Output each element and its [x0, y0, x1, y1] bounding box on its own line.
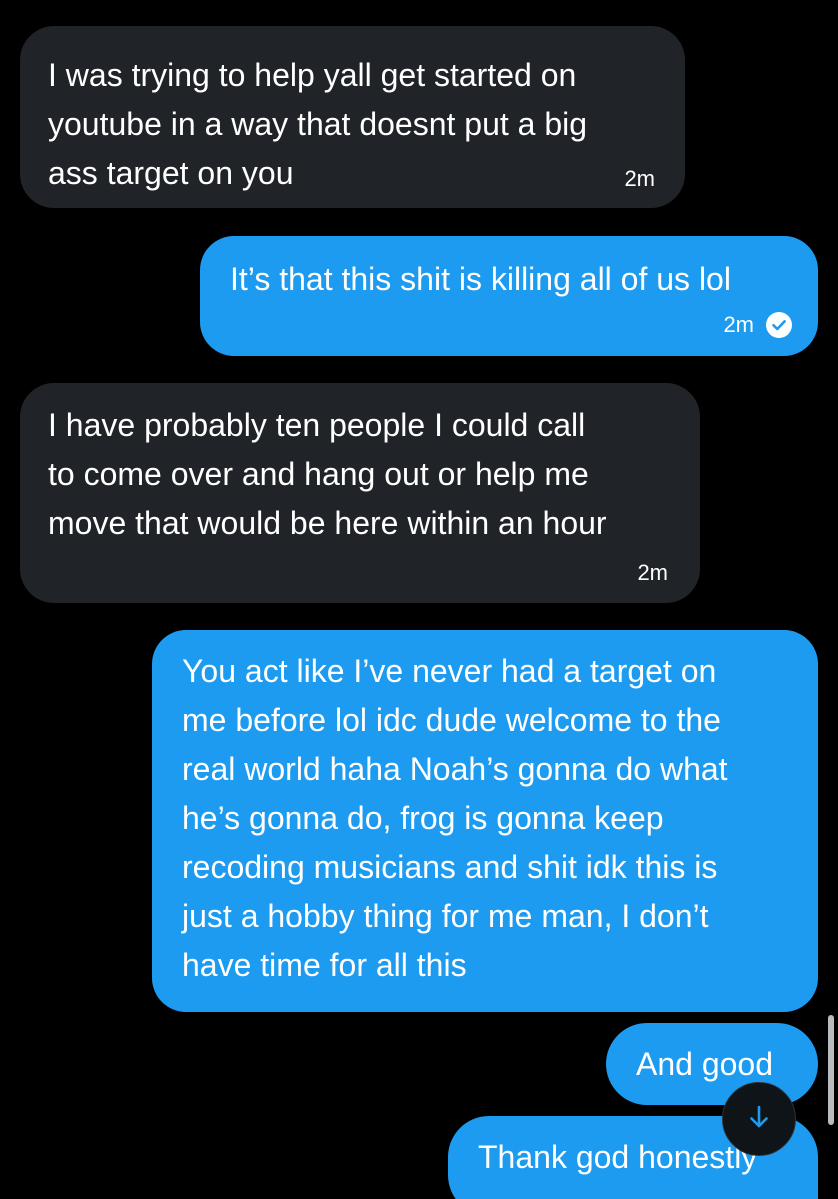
message-bubble-incoming[interactable]: I was trying to help yall get started on…: [20, 26, 685, 208]
message-bubble-outgoing[interactable]: And good: [606, 1023, 818, 1105]
message-meta: 2m: [723, 312, 792, 338]
arrow-down-icon: [745, 1103, 773, 1136]
message-line: You act like I’ve never had a target on: [182, 653, 717, 689]
message-bubble-outgoing[interactable]: You act like I’ve never had a target on …: [152, 630, 818, 1012]
message-timestamp: 2m: [637, 560, 668, 585]
message-line: I have probably ten people I could call: [48, 407, 586, 443]
message-line: I was trying to help yall get started on: [48, 57, 577, 93]
message-line: to come over and hang out or help me: [48, 456, 589, 492]
message-line: me before lol idc dude welcome to the: [182, 702, 721, 738]
message-line: have time for all this: [182, 947, 467, 983]
scrollbar[interactable]: [828, 1015, 834, 1125]
message-line: recoding musicians and shit idk this is: [182, 849, 718, 885]
message-timestamp: 2m: [723, 312, 754, 337]
message-text: I was trying to help yall get started on…: [48, 51, 657, 198]
message-line: It’s that this shit is killing all of us…: [230, 261, 731, 297]
dm-conversation: I was trying to help yall get started on…: [0, 0, 838, 1199]
message-line: he’s gonna do, frog is gonna keep: [182, 800, 664, 836]
message-timestamp: 2m: [624, 166, 655, 191]
scroll-down-button[interactable]: [722, 1082, 796, 1156]
message-line: ass target on you: [48, 155, 294, 191]
message-bubble-incoming[interactable]: I have probably ten people I could call …: [20, 383, 700, 603]
message-bubble-outgoing[interactable]: It’s that this shit is killing all of us…: [200, 236, 818, 356]
message-text: I have probably ten people I could call …: [48, 401, 672, 548]
message-text: You act like I’ve never had a target on …: [182, 647, 788, 990]
message-text: It’s that this shit is killing all of us…: [230, 255, 788, 304]
message-line: youtube in a way that doesnt put a big: [48, 106, 588, 142]
check-circle-icon: [766, 312, 792, 338]
message-line: real world haha Noah’s gonna do what: [182, 751, 728, 787]
message-line: just a hobby thing for me man, I don’t: [182, 898, 709, 934]
message-line: move that would be here within an hour: [48, 505, 607, 541]
message-meta: 2m: [624, 166, 655, 192]
message-meta: 2m: [637, 560, 668, 586]
